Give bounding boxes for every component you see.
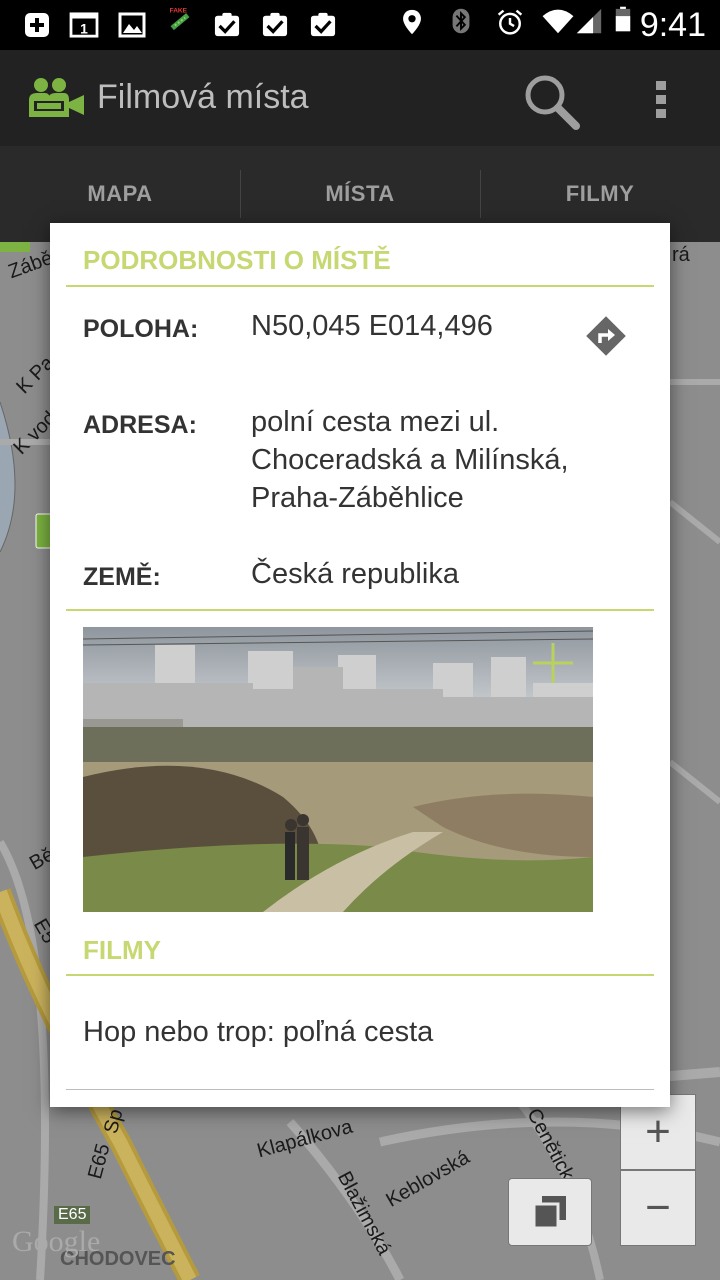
search-icon[interactable] [522,72,580,130]
layers-button[interactable] [508,1178,592,1246]
dialog-title: PODROBNOSTI O MÍSTĚ [83,245,391,275]
directions-icon[interactable] [584,314,628,358]
clipboard-check-icon [310,12,336,37]
location-value[interactable]: N50,045 E014,496 [251,307,493,345]
overflow-menu-icon[interactable] [652,80,672,120]
alarm-icon [497,9,523,35]
divider [66,285,654,287]
calendar-day: 1 [80,20,88,36]
google-logo: Google [12,1225,101,1258]
location-icon [403,9,421,35]
calendar-icon: 1 [69,12,99,38]
image-icon [118,12,146,38]
address-line: polní cesta mezi ul. [251,406,500,438]
divider [66,1089,654,1090]
layers-icon [532,1196,566,1230]
battery-icon [615,6,631,32]
address-label: ADRESA: [83,411,197,439]
divider [66,609,654,611]
bluetooth-icon [452,8,470,34]
map-label: E65 [54,1206,91,1224]
clipboard-check-icon [214,12,240,37]
map-label: rá [672,244,690,266]
status-bar: 1 FAKE 9:41 [0,0,720,50]
fake-label: FAKE [170,8,188,15]
film-list-item[interactable]: Hop nebo trop: poľná cesta [83,1016,433,1049]
add-icon [25,13,49,37]
fake-gps-icon: FAKE [170,8,190,31]
zoom-out-button[interactable]: − [620,1170,696,1246]
place-details-dialog: PODROBNOSTI O MÍSTĚ POLOHA: N50,045 E014… [50,223,670,1107]
location-label: POLOHA: [83,315,199,343]
address-line: Choceradská a Milínská, [251,444,569,476]
films-section-title: FILMY [83,935,161,965]
divider [66,974,654,976]
action-bar: Filmová místa [0,50,720,146]
address-line: Praha-Záběhlice [251,482,464,514]
country-label: ZEMĚ: [83,563,161,591]
signal-icon [576,8,602,34]
app-logo-icon[interactable] [26,76,88,118]
clock: 9:41 [639,6,706,44]
country-value: Česká republika [251,558,459,590]
photo-scene [83,627,593,912]
app-title: Filmová místa [97,78,309,116]
clipboard-check-icon [262,12,288,37]
location-photo[interactable] [83,627,593,912]
